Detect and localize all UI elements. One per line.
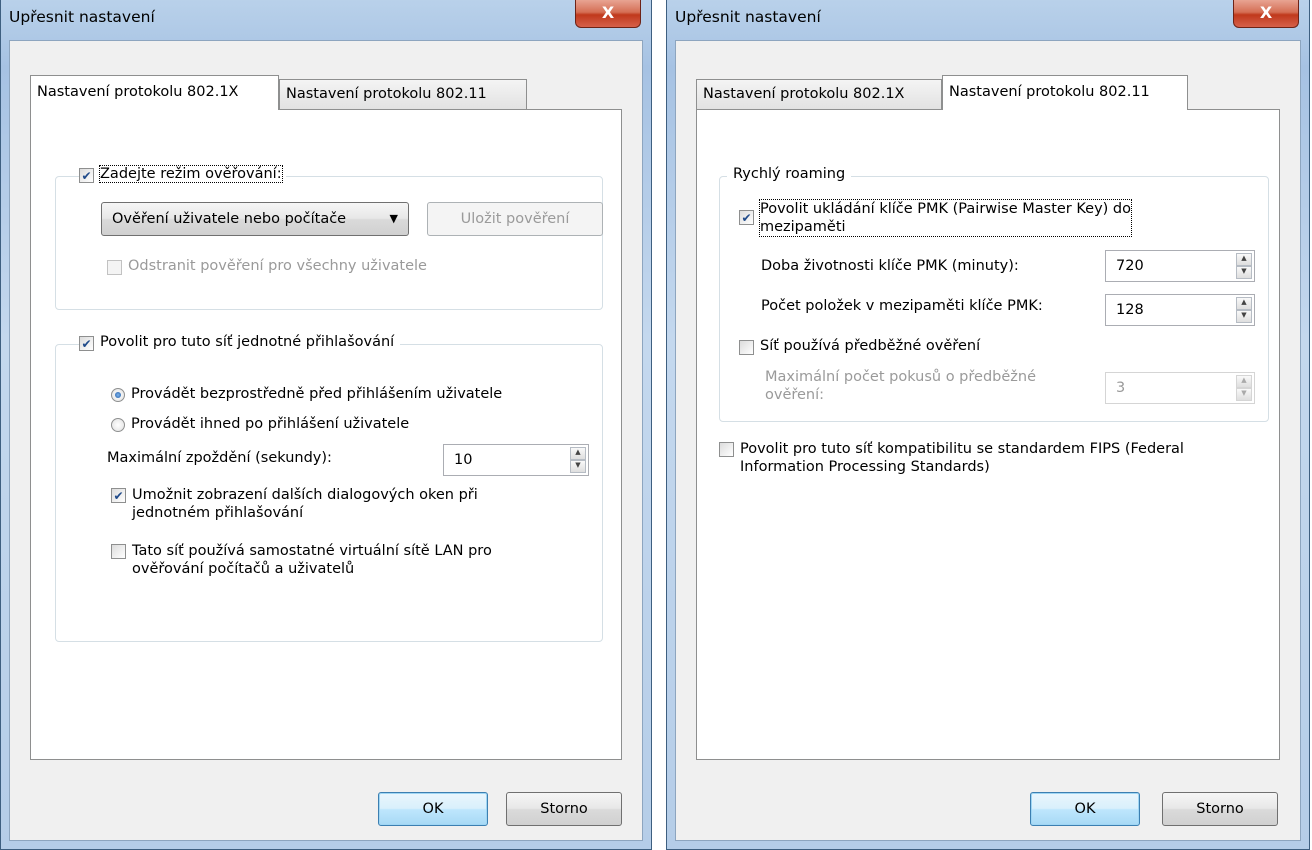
- save-credentials-button[interactable]: Uložit pověření: [427, 202, 603, 236]
- sso-checkbox-row[interactable]: Povolit pro tuto síť jednotné přihlašová…: [79, 334, 401, 351]
- tab-8021x[interactable]: Nastavení protokolu 802.1X: [696, 79, 942, 109]
- delete-credentials-checkbox[interactable]: [107, 260, 122, 275]
- pmk-cache-row[interactable]: Povolit ukládání klíče PMK (Pairwise Mas…: [739, 199, 1133, 237]
- preauth-row[interactable]: Síť používá předběžné ověření: [739, 338, 980, 355]
- tab-panel-80211: Rychlý roaming Povolit ukládání klíče PM…: [696, 109, 1280, 760]
- sso-label: Povolit pro tuto síť jednotné přihlašová…: [100, 334, 395, 350]
- fast-roaming-legend: Rychlý roaming: [727, 166, 852, 182]
- auth-mode-group: [55, 176, 603, 310]
- additional-dialogs-row[interactable]: Umožnit zobrazení dalších dialogových ok…: [111, 486, 478, 522]
- ok-button[interactable]: OK: [378, 792, 488, 826]
- auth-mode-dropdown-value: Ověření uživatele nebo počítače: [112, 211, 347, 227]
- auth-mode-checkbox[interactable]: [79, 168, 94, 183]
- pmk-entries-label: Počet položek v mezipaměti klíče PMK:: [761, 298, 1043, 314]
- tab-panel-8021x: Zadejte režim ověřování: Ověření uživate…: [30, 109, 622, 760]
- dialog-client-area: Nastavení protokolu 802.1X Nastavení pro…: [675, 40, 1301, 841]
- spin-up-icon[interactable]: ▲: [570, 447, 586, 460]
- fips-label: Povolit pro tuto síť kompatibilitu se st…: [740, 440, 1184, 476]
- fips-label-line2: Information Processing Standards): [740, 459, 990, 475]
- dialog-title: Upřesnit nastavení: [675, 8, 821, 26]
- dialog-title: Upřesnit nastavení: [9, 8, 155, 26]
- spin-down-icon[interactable]: ▼: [1236, 266, 1252, 279]
- fips-label-line1: Povolit pro tuto síť kompatibilitu se st…: [740, 441, 1184, 457]
- separate-vlan-checkbox[interactable]: [111, 544, 126, 559]
- additional-dialogs-label: Umožnit zobrazení dalších dialogových ok…: [132, 486, 478, 522]
- max-delay-spin-buttons: ▲ ▼: [570, 447, 586, 473]
- delete-credentials-row[interactable]: Odstranit pověření pro všechny uživatele: [107, 258, 427, 275]
- auth-mode-dropdown[interactable]: Ověření uživatele nebo počítače ▼: [101, 202, 409, 236]
- title-bar[interactable]: Upřesnit nastavení X: [1, 0, 651, 40]
- preauth-checkbox[interactable]: [739, 340, 754, 355]
- close-button[interactable]: X: [575, 0, 641, 28]
- tab-80211[interactable]: Nastavení protokolu 802.11: [942, 75, 1188, 110]
- spin-up-icon[interactable]: ▲: [1236, 297, 1252, 310]
- pmk-lifetime-spin-buttons: ▲ ▼: [1236, 253, 1252, 279]
- preauth-max-label: Maximální počet pokusů o předběžné ověře…: [765, 368, 1036, 404]
- additional-dialogs-checkbox[interactable]: [111, 488, 126, 503]
- cancel-button[interactable]: Storno: [1162, 792, 1278, 826]
- dialog-client-area: Nastavení protokolu 802.1X Nastavení pro…: [9, 40, 643, 841]
- preauth-label: Síť používá předběžné ověření: [760, 338, 981, 354]
- max-delay-value[interactable]: 10: [454, 452, 472, 468]
- max-delay-label: Maximální zpoždění (sekundy):: [107, 450, 332, 466]
- pmk-entries-value[interactable]: 128: [1116, 302, 1144, 318]
- pmk-entries-spinner[interactable]: 128 ▲ ▼: [1105, 294, 1255, 326]
- sso-checkbox[interactable]: [79, 336, 94, 351]
- separate-vlan-label-line2: ověřování počítačů a uživatelů: [132, 561, 355, 577]
- tab-80211[interactable]: Nastavení protokolu 802.11: [279, 79, 527, 109]
- separate-vlan-row[interactable]: Tato síť používá samostatné virtuální sí…: [111, 542, 492, 578]
- delete-credentials-label: Odstranit pověření pro všechny uživatele: [128, 258, 427, 274]
- spin-down-icon[interactable]: ▼: [1236, 388, 1252, 401]
- spin-up-icon[interactable]: ▲: [1236, 375, 1252, 388]
- pmk-cache-checkbox[interactable]: [739, 210, 754, 225]
- pmk-lifetime-label: Doba životnosti klíče PMK (minuty):: [761, 258, 1019, 274]
- preauth-max-spinner[interactable]: 3 ▲ ▼: [1105, 372, 1255, 404]
- max-delay-spinner[interactable]: 10 ▲ ▼: [443, 444, 589, 476]
- auth-mode-label: Zadejte režim ověřování:: [99, 165, 283, 183]
- preauth-max-value[interactable]: 3: [1116, 380, 1125, 396]
- pmk-cache-label: Povolit ukládání klíče PMK (Pairwise Mas…: [758, 199, 1133, 237]
- spin-down-icon[interactable]: ▼: [570, 460, 586, 473]
- tab-8021x[interactable]: Nastavení protokolu 802.1X: [30, 75, 279, 110]
- advanced-settings-dialog-80211: Upřesnit nastavení X Nastavení protokolu…: [666, 0, 1310, 850]
- close-button[interactable]: X: [1233, 0, 1299, 28]
- preauth-max-label-line1: Maximální počet pokusů o předběžné: [765, 369, 1037, 385]
- additional-dialogs-label-line1: Umožnit zobrazení dalších dialogových ok…: [132, 487, 478, 503]
- ok-button[interactable]: OK: [1030, 792, 1140, 826]
- fips-row[interactable]: Povolit pro tuto síť kompatibilitu se st…: [719, 440, 1184, 476]
- chevron-down-icon: ▼: [389, 212, 398, 225]
- radio-before-logon[interactable]: [111, 388, 125, 402]
- radio-before-logon-row[interactable]: Provádět bezprostředně před přihlášením …: [111, 386, 502, 402]
- separate-vlan-label: Tato síť používá samostatné virtuální sí…: [132, 542, 492, 578]
- separate-vlan-label-line1: Tato síť používá samostatné virtuální sí…: [132, 543, 492, 559]
- preauth-max-spin-buttons: ▲ ▼: [1236, 375, 1252, 401]
- pmk-cache-label-line2: mezipaměti: [760, 219, 846, 235]
- radio-after-logon[interactable]: [111, 418, 125, 432]
- pmk-entries-spin-buttons: ▲ ▼: [1236, 297, 1252, 323]
- spin-down-icon[interactable]: ▼: [1236, 310, 1252, 323]
- additional-dialogs-label-line2: jednotném přihlašování: [132, 505, 304, 521]
- spin-up-icon[interactable]: ▲: [1236, 253, 1252, 266]
- fips-checkbox[interactable]: [719, 442, 734, 457]
- preauth-max-label-line2: ověření:: [765, 387, 825, 403]
- cancel-button[interactable]: Storno: [506, 792, 622, 826]
- pmk-lifetime-spinner[interactable]: 720 ▲ ▼: [1105, 250, 1255, 282]
- title-bar[interactable]: Upřesnit nastavení X: [667, 0, 1309, 40]
- radio-before-logon-label: Provádět bezprostředně před přihlášením …: [131, 386, 503, 402]
- radio-after-logon-row[interactable]: Provádět ihned po přihlášení uživatele: [111, 416, 409, 432]
- radio-after-logon-label: Provádět ihned po přihlášení uživatele: [131, 416, 410, 432]
- pmk-lifetime-value[interactable]: 720: [1116, 258, 1144, 274]
- advanced-settings-dialog-8021x: Upřesnit nastavení X Nastavení protokolu…: [0, 0, 652, 850]
- pmk-cache-label-line1: Povolit ukládání klíče PMK (Pairwise Mas…: [760, 201, 1132, 217]
- auth-mode-checkbox-row[interactable]: Zadejte režim ověřování:: [79, 165, 286, 183]
